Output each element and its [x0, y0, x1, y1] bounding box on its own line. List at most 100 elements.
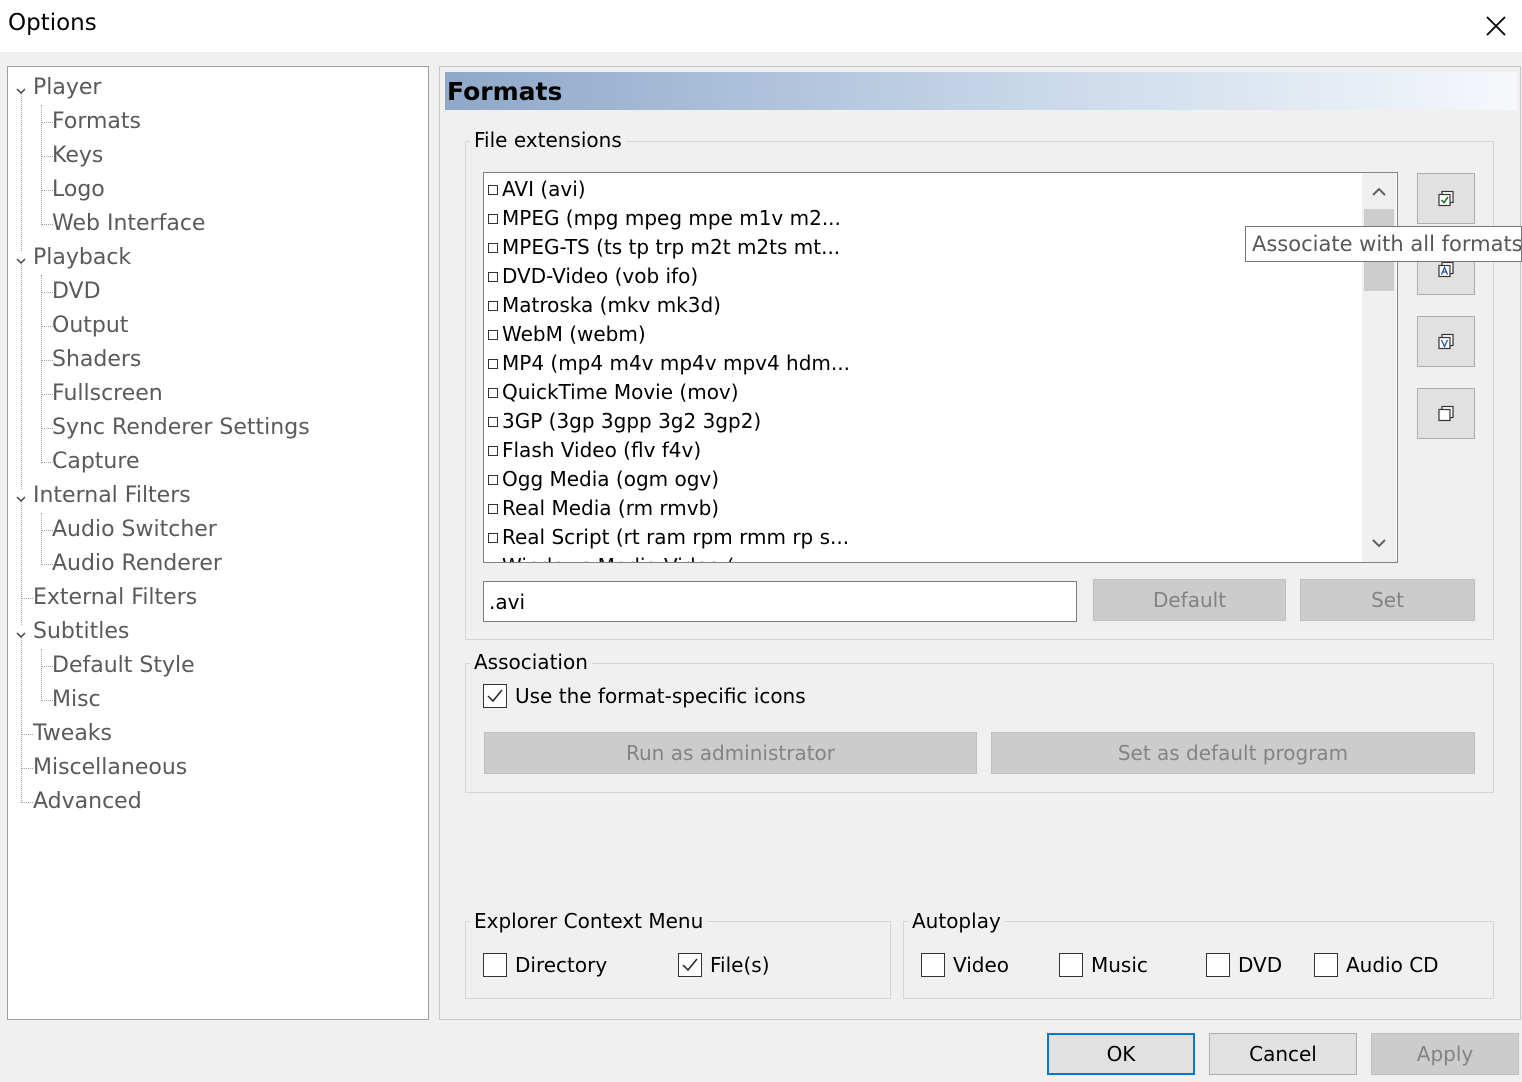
autoplay-dvd-checkbox[interactable]: DVD	[1206, 953, 1282, 977]
associate-video-button[interactable]	[1417, 316, 1475, 367]
list-item[interactable]: WebM (webm)	[488, 320, 646, 349]
tree-item-audio-switcher[interactable]: Audio Switcher	[52, 515, 217, 545]
title-bar: Options	[0, 0, 1522, 52]
expand-subtitles-icon[interactable]	[15, 626, 27, 639]
close-button[interactable]	[1470, 4, 1522, 48]
list-item-checkbox[interactable]	[488, 330, 498, 340]
run-as-admin-button[interactable]: Run as administrator	[484, 732, 977, 774]
list-item[interactable]: AVI (avi)	[488, 175, 586, 204]
apply-button[interactable]: Apply	[1371, 1033, 1519, 1075]
list-item[interactable]: Windows Media Video (...	[488, 552, 753, 563]
tree-item-fullscreen[interactable]: Fullscreen	[52, 379, 163, 409]
tree-item-web-interface[interactable]: Web Interface	[52, 209, 205, 239]
tree-item-sync-renderer-settings[interactable]: Sync Renderer Settings	[52, 413, 310, 443]
autoplay-label: Autoplay	[908, 909, 1005, 933]
list-item-checkbox[interactable]	[488, 388, 498, 398]
tree-item-dvd[interactable]: DVD	[52, 277, 101, 307]
tree-item-logo[interactable]: Logo	[52, 175, 105, 205]
list-item-checkbox[interactable]	[488, 185, 498, 195]
tree-item-misc[interactable]: Misc	[52, 685, 101, 715]
autoplay-audiocd-checkbox[interactable]: Audio CD	[1314, 953, 1439, 977]
tree-item-keys[interactable]: Keys	[52, 141, 103, 171]
autoplay-music-box[interactable]	[1059, 953, 1083, 977]
scroll-up-button[interactable]	[1362, 175, 1396, 209]
default-button[interactable]: Default	[1093, 579, 1286, 621]
list-item[interactable]: Real Script (rt ram rpm rmm rp s...	[488, 523, 849, 552]
explorer-context-menu-label: Explorer Context Menu	[470, 909, 708, 933]
page-title: Formats	[447, 77, 563, 106]
tree-item-advanced[interactable]: Advanced	[33, 787, 142, 817]
page-header: Formats	[445, 72, 1517, 110]
list-item-checkbox[interactable]	[488, 446, 498, 456]
expand-player-icon[interactable]	[15, 82, 27, 95]
autoplay-audiocd-box[interactable]	[1314, 953, 1338, 977]
extension-input[interactable]	[483, 581, 1077, 622]
list-item-checkbox[interactable]	[488, 475, 498, 485]
chevron-up-icon	[1372, 187, 1386, 196]
autoplay-music-checkbox[interactable]: Music	[1059, 953, 1148, 977]
associate-all-button[interactable]	[1417, 173, 1475, 224]
tree-item-playback[interactable]: Playback	[33, 243, 131, 273]
deselect-all-icon	[1438, 405, 1454, 421]
tree-item-tweaks[interactable]: Tweaks	[33, 719, 112, 749]
set-button[interactable]: Set	[1300, 579, 1475, 621]
close-icon	[1486, 16, 1506, 36]
options-tree[interactable]: Player Formats Keys Logo Web Interface P…	[7, 66, 429, 1020]
chevron-down-icon	[1372, 539, 1386, 548]
list-item[interactable]: Ogg Media (ogm ogv)	[488, 465, 719, 494]
files-box[interactable]	[678, 953, 702, 977]
file-extensions-label: File extensions	[470, 128, 626, 152]
list-item-checkbox[interactable]	[488, 214, 498, 224]
cancel-button[interactable]: Cancel	[1209, 1033, 1357, 1075]
tree-item-external-filters[interactable]: External Filters	[33, 583, 197, 613]
tree-item-default-style[interactable]: Default Style	[52, 651, 195, 681]
files-checkbox[interactable]: File(s)	[678, 953, 770, 977]
autoplay-dvd-box[interactable]	[1206, 953, 1230, 977]
tree-item-subtitles[interactable]: Subtitles	[33, 617, 129, 647]
association-label: Association	[470, 650, 592, 674]
list-item-checkbox[interactable]	[488, 562, 498, 563]
list-item[interactable]: Real Media (rm rmvb)	[488, 494, 719, 523]
tree-item-miscellaneous[interactable]: Miscellaneous	[33, 753, 187, 783]
list-item-checkbox[interactable]	[488, 359, 498, 369]
clear-all-button[interactable]	[1417, 388, 1475, 439]
tree-item-output[interactable]: Output	[52, 311, 128, 341]
tree-item-audio-renderer[interactable]: Audio Renderer	[52, 549, 222, 579]
list-item-checkbox[interactable]	[488, 504, 498, 514]
autoplay-video-box[interactable]	[921, 953, 945, 977]
tree-item-shaders[interactable]: Shaders	[52, 345, 141, 375]
list-item[interactable]: QuickTime Movie (mov)	[488, 378, 739, 407]
expand-playback-icon[interactable]	[15, 252, 27, 265]
audio-formats-icon	[1438, 261, 1454, 277]
use-format-icons-checkbox[interactable]: Use the format-specific icons	[483, 684, 806, 708]
window-title: Options	[8, 10, 97, 36]
list-item[interactable]: 3GP (3gp 3gpp 3g2 3gp2)	[488, 407, 761, 436]
associate-all-tooltip: Associate with all formats	[1245, 226, 1522, 262]
list-item-checkbox[interactable]	[488, 272, 498, 282]
use-format-icons-box[interactable]	[483, 684, 507, 708]
ok-button[interactable]: OK	[1047, 1033, 1195, 1075]
tree-item-internal-filters[interactable]: Internal Filters	[33, 481, 191, 511]
tree-item-capture[interactable]: Capture	[52, 447, 139, 477]
list-item[interactable]: MP4 (mp4 m4v mp4v mpv4 hdm...	[488, 349, 850, 378]
list-item[interactable]: MPEG-TS (ts tp trp m2t m2ts mt...	[488, 233, 840, 262]
list-item-checkbox[interactable]	[488, 533, 498, 543]
list-item[interactable]: DVD-Video (vob ifo)	[488, 262, 698, 291]
checkmark-icon	[487, 689, 503, 703]
checkmark-icon	[682, 958, 698, 972]
select-all-icon	[1438, 190, 1454, 206]
expand-internal-filters-icon[interactable]	[15, 490, 27, 503]
tree-item-player[interactable]: Player	[33, 73, 101, 103]
list-item[interactable]: Flash Video (flv f4v)	[488, 436, 701, 465]
list-item-checkbox[interactable]	[488, 243, 498, 253]
list-item[interactable]: MPEG (mpg mpeg mpe m1v m2...	[488, 204, 841, 233]
autoplay-video-checkbox[interactable]: Video	[921, 953, 1009, 977]
list-item[interactable]: Matroska (mkv mk3d)	[488, 291, 721, 320]
tree-item-formats[interactable]: Formats	[52, 107, 141, 137]
list-item-checkbox[interactable]	[488, 301, 498, 311]
directory-box[interactable]	[483, 953, 507, 977]
directory-checkbox[interactable]: Directory	[483, 953, 607, 977]
list-item-checkbox[interactable]	[488, 417, 498, 427]
scroll-down-button[interactable]	[1362, 526, 1396, 560]
set-default-program-button[interactable]: Set as default program	[991, 732, 1475, 774]
